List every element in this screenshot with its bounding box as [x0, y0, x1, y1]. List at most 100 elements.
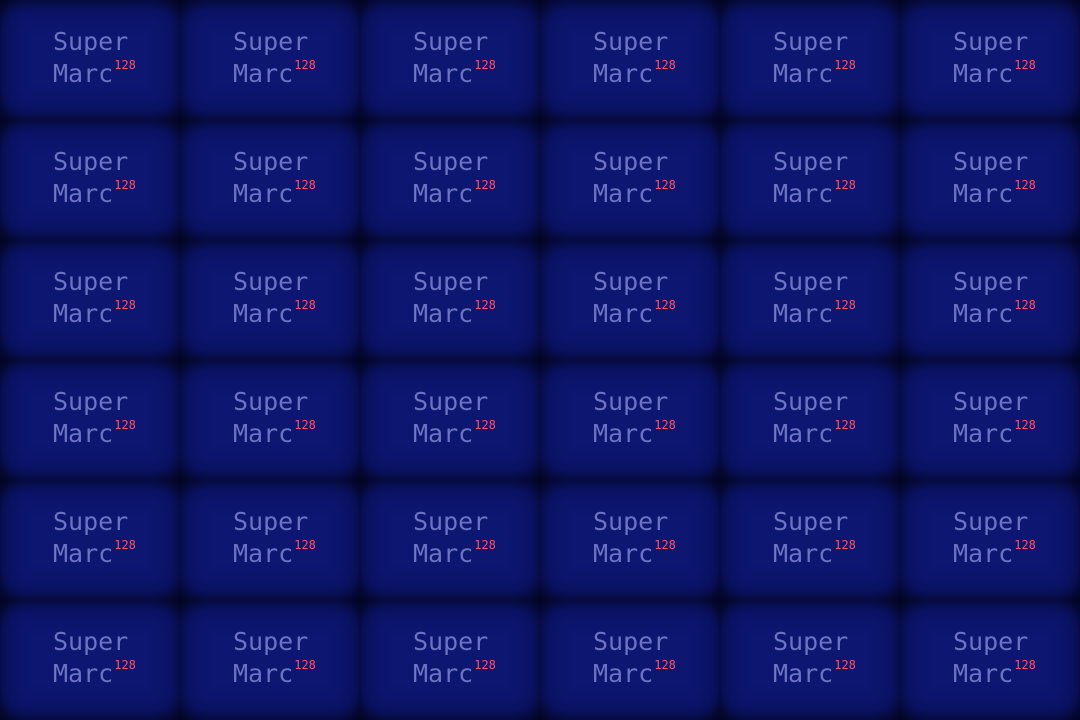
logo-tile: Super Marc128 — [720, 120, 900, 240]
logo-line-super: Super — [413, 147, 489, 176]
logo-tile: Super Marc128 — [360, 120, 540, 240]
logo-line-marc: Marc128 — [593, 538, 676, 570]
logo-superscript-128: 128 — [474, 177, 496, 192]
logo-word-marc: Marc — [413, 659, 474, 688]
tile-wall: Super Marc128 Super Marc128 Super Marc128 Supe… — [0, 0, 1080, 720]
logo-line-super: Super — [953, 387, 1029, 416]
logo-tile: Super Marc128 — [180, 0, 360, 120]
logo-superscript-128: 128 — [834, 57, 856, 72]
logo-tile: Super Marc128 — [180, 240, 360, 360]
super-marc-logo: Super Marc128 — [413, 266, 496, 330]
super-marc-logo: Super Marc128 — [773, 506, 856, 570]
super-marc-logo: Super Marc128 — [593, 626, 676, 690]
logo-tile: Super Marc128 — [180, 120, 360, 240]
super-marc-logo: Super Marc128 — [233, 386, 316, 450]
logo-word-marc: Marc — [593, 659, 654, 688]
logo-tile: Super Marc128 — [720, 0, 900, 120]
logo-word-marc: Marc — [953, 179, 1014, 208]
super-marc-logo: Super Marc128 — [413, 26, 496, 90]
logo-line-super: Super — [233, 27, 309, 56]
super-marc-logo: Super Marc128 — [593, 506, 676, 570]
logo-word-marc: Marc — [953, 299, 1014, 328]
super-marc-logo: Super Marc128 — [413, 386, 496, 450]
logo-superscript-128: 128 — [114, 657, 136, 672]
logo-word-marc: Marc — [773, 59, 834, 88]
logo-word-marc: Marc — [233, 539, 294, 568]
super-marc-logo: Super Marc128 — [953, 266, 1036, 330]
super-marc-logo: Super Marc128 — [593, 146, 676, 210]
super-marc-logo: Super Marc128 — [233, 26, 316, 90]
super-marc-logo: Super Marc128 — [593, 266, 676, 330]
super-marc-logo: Super Marc128 — [953, 146, 1036, 210]
logo-line-marc: Marc128 — [413, 538, 496, 570]
logo-tile: Super Marc128 — [0, 600, 180, 720]
super-marc-logo: Super Marc128 — [953, 626, 1036, 690]
logo-tile: Super Marc128 — [900, 600, 1080, 720]
logo-tile: Super Marc128 — [900, 120, 1080, 240]
logo-word-marc: Marc — [593, 419, 654, 448]
logo-superscript-128: 128 — [294, 57, 316, 72]
logo-line-super: Super — [773, 267, 849, 296]
logo-line-marc: Marc128 — [953, 658, 1036, 690]
logo-word-marc: Marc — [773, 179, 834, 208]
logo-tile: Super Marc128 — [0, 360, 180, 480]
logo-line-marc: Marc128 — [53, 58, 136, 90]
logo-superscript-128: 128 — [114, 537, 136, 552]
logo-superscript-128: 128 — [834, 417, 856, 432]
super-marc-logo: Super Marc128 — [593, 386, 676, 450]
logo-line-super: Super — [953, 267, 1029, 296]
logo-line-super: Super — [773, 27, 849, 56]
logo-line-super: Super — [53, 267, 129, 296]
logo-superscript-128: 128 — [654, 57, 676, 72]
logo-word-marc: Marc — [953, 419, 1014, 448]
logo-line-super: Super — [233, 387, 309, 416]
logo-word-marc: Marc — [953, 539, 1014, 568]
logo-superscript-128: 128 — [294, 297, 316, 312]
logo-line-super: Super — [53, 147, 129, 176]
logo-line-marc: Marc128 — [53, 658, 136, 690]
logo-line-super: Super — [53, 627, 129, 656]
logo-line-super: Super — [953, 507, 1029, 536]
logo-superscript-128: 128 — [654, 657, 676, 672]
logo-word-marc: Marc — [773, 659, 834, 688]
logo-line-super: Super — [593, 147, 669, 176]
logo-line-marc: Marc128 — [773, 538, 856, 570]
logo-line-marc: Marc128 — [233, 538, 316, 570]
logo-superscript-128: 128 — [1014, 657, 1036, 672]
logo-tile: Super Marc128 — [360, 0, 540, 120]
super-marc-logo: Super Marc128 — [413, 626, 496, 690]
super-marc-logo: Super Marc128 — [233, 506, 316, 570]
logo-word-marc: Marc — [593, 179, 654, 208]
logo-superscript-128: 128 — [834, 657, 856, 672]
logo-superscript-128: 128 — [294, 657, 316, 672]
logo-tile: Super Marc128 — [0, 240, 180, 360]
logo-superscript-128: 128 — [654, 417, 676, 432]
super-marc-logo: Super Marc128 — [773, 26, 856, 90]
super-marc-logo: Super Marc128 — [53, 146, 136, 210]
logo-tile: Super Marc128 — [540, 0, 720, 120]
logo-word-marc: Marc — [233, 419, 294, 448]
logo-tile: Super Marc128 — [180, 480, 360, 600]
logo-line-marc: Marc128 — [233, 178, 316, 210]
logo-superscript-128: 128 — [654, 177, 676, 192]
logo-word-marc: Marc — [53, 179, 114, 208]
super-marc-logo: Super Marc128 — [233, 266, 316, 330]
logo-word-marc: Marc — [593, 59, 654, 88]
logo-superscript-128: 128 — [1014, 537, 1036, 552]
logo-superscript-128: 128 — [114, 297, 136, 312]
logo-word-marc: Marc — [233, 659, 294, 688]
logo-tile: Super Marc128 — [900, 240, 1080, 360]
logo-superscript-128: 128 — [1014, 297, 1036, 312]
logo-line-marc: Marc128 — [413, 58, 496, 90]
logo-word-marc: Marc — [53, 539, 114, 568]
logo-tile: Super Marc128 — [540, 360, 720, 480]
logo-line-marc: Marc128 — [233, 298, 316, 330]
logo-word-marc: Marc — [593, 539, 654, 568]
logo-line-marc: Marc128 — [953, 58, 1036, 90]
logo-tile: Super Marc128 — [180, 360, 360, 480]
logo-line-super: Super — [593, 267, 669, 296]
logo-word-marc: Marc — [773, 539, 834, 568]
logo-line-marc: Marc128 — [773, 178, 856, 210]
super-marc-logo: Super Marc128 — [773, 146, 856, 210]
logo-superscript-128: 128 — [114, 177, 136, 192]
